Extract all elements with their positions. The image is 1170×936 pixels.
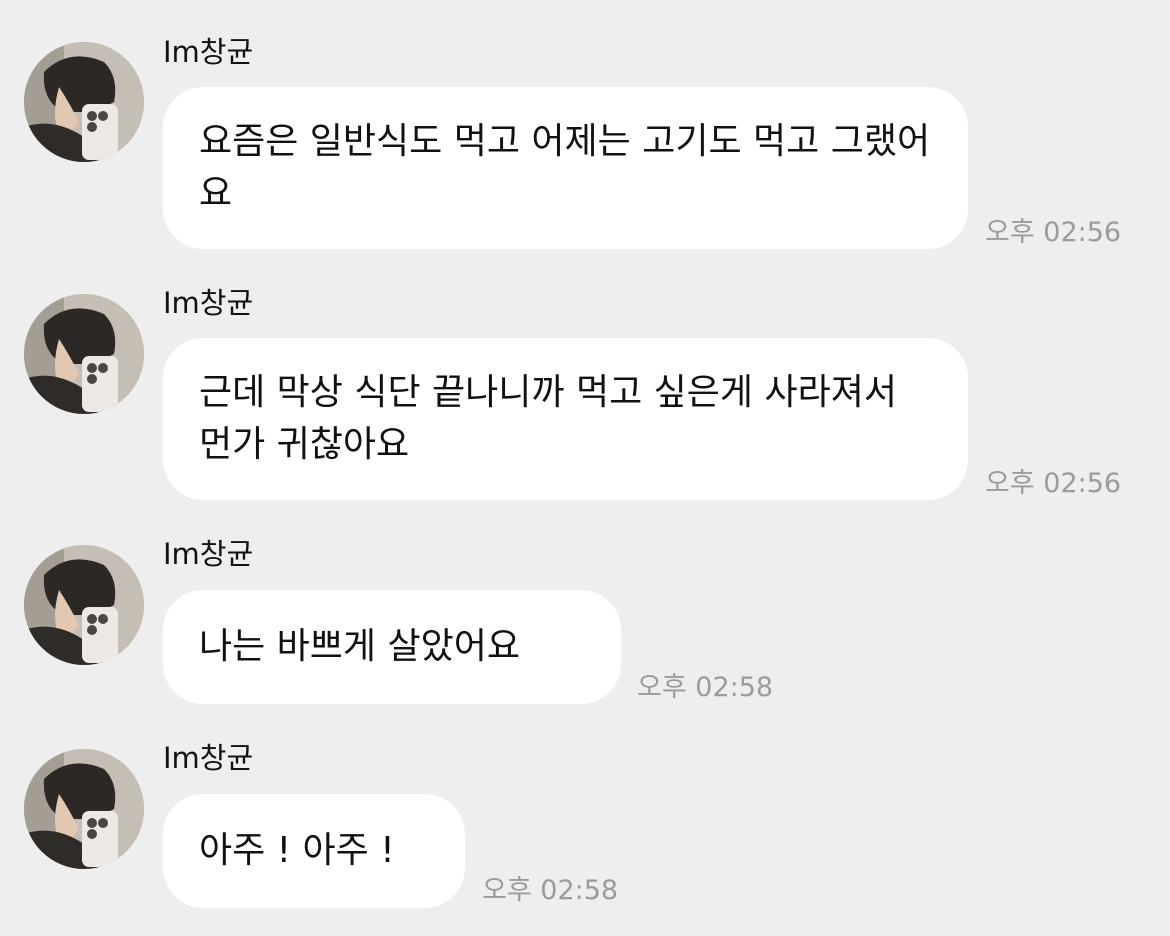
- avatar[interactable]: [24, 42, 144, 162]
- message-time: 오후 02:56: [985, 217, 1122, 248]
- avatar[interactable]: [24, 294, 144, 414]
- message-time: 오후 02:58: [637, 672, 774, 703]
- message-time: 오후 02:58: [482, 875, 619, 906]
- message-bubble[interactable]: 나는 바쁘게 살았어요: [163, 590, 621, 704]
- message-bubble[interactable]: 근데 막상 식단 끝나니까 먹고 싶은게 사라져서 먼가 귀찮아요: [163, 338, 968, 500]
- sender-name: Im창균: [163, 741, 254, 775]
- message-time: 오후 02:56: [985, 468, 1122, 499]
- message-text: 아주 ! 아주 !: [199, 830, 395, 871]
- sender-name: Im창균: [163, 537, 254, 571]
- sender-name: Im창균: [163, 286, 254, 320]
- message-text: 나는 바쁘게 살았어요: [199, 626, 520, 667]
- message-bubble[interactable]: 아주 ! 아주 !: [163, 794, 465, 908]
- message-text: 요즘은 일반식도 먹고 어제는 고기도 먹고 그랬어요: [199, 121, 931, 214]
- avatar[interactable]: [24, 545, 144, 665]
- message-text: 근데 막상 식단 끝나니까 먹고 싶은게 사라져서 먼가 귀찮아요: [199, 372, 897, 465]
- message-bubble[interactable]: 요즘은 일반식도 먹고 어제는 고기도 먹고 그랬어요: [163, 87, 968, 249]
- avatar[interactable]: [24, 749, 144, 869]
- sender-name: Im창균: [163, 35, 254, 69]
- chat-thread: Im창균 요즘은 일반식도 먹고 어제는 고기도 먹고 그랬어요 오후 02:5…: [0, 0, 1170, 936]
